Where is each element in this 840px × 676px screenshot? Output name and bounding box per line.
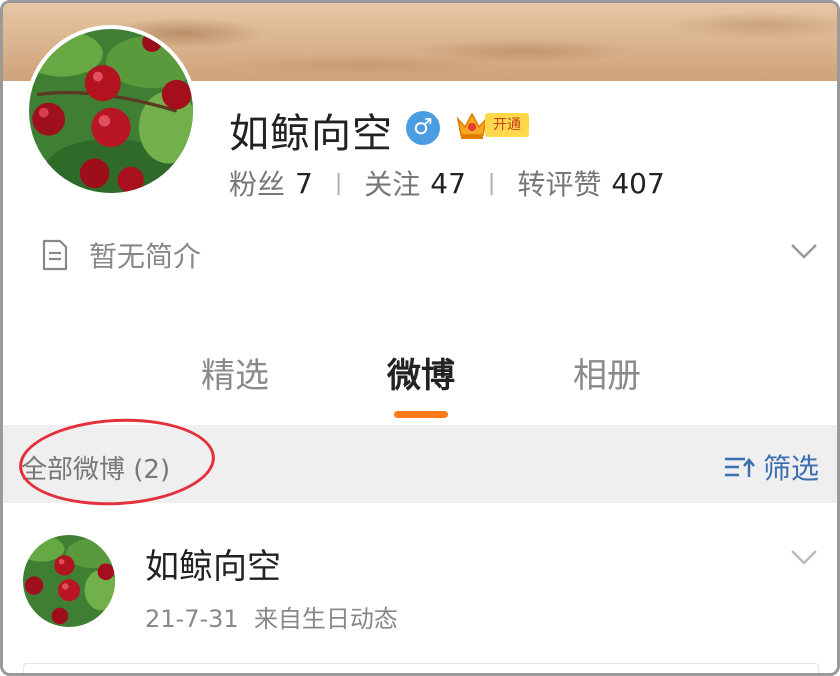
post-author-name[interactable]: 如鲸向空 xyxy=(145,539,281,588)
filter-button[interactable]: 筛选 xyxy=(723,447,819,487)
bio-text: 暂无简介 xyxy=(89,240,202,273)
stat-fans-label[interactable]: 粉丝 xyxy=(229,163,285,203)
stat-following-value[interactable]: 47 xyxy=(430,167,466,200)
post-meta: 21-7-31 来自生日动态 xyxy=(145,599,398,634)
post-content-card[interactable] xyxy=(23,663,819,673)
profile-avatar[interactable] xyxy=(25,25,197,197)
profile-bio[interactable]: 暂无简介 xyxy=(41,235,201,275)
apple-tree-image xyxy=(23,535,115,627)
profile-stats: 粉丝 7 | 关注 47 | 转评赞 407 xyxy=(229,163,665,203)
filter-label: 筛选 xyxy=(762,452,819,485)
tab-weibo[interactable]: 微博 xyxy=(387,348,455,397)
tab-featured[interactable]: 精选 xyxy=(201,348,269,397)
divider: | xyxy=(487,170,496,196)
vip-open-label: 开通 xyxy=(485,113,529,137)
male-icon: ♂ xyxy=(406,111,440,145)
stat-likes-value[interactable]: 407 xyxy=(611,167,664,200)
apple-tree-image xyxy=(29,29,193,193)
chevron-down-icon[interactable] xyxy=(789,241,819,261)
filter-sort-icon xyxy=(724,457,755,477)
chevron-down-icon[interactable] xyxy=(789,547,819,567)
stat-likes-label[interactable]: 转评赞 xyxy=(517,163,601,203)
post-item[interactable]: 如鲸向空 21-7-31 来自生日动态 xyxy=(3,503,837,673)
tab-album[interactable]: 相册 xyxy=(573,348,641,397)
active-tab-indicator xyxy=(394,411,448,418)
stat-following-label[interactable]: 关注 xyxy=(364,163,420,203)
profile-screen: 如鲸向空 ♂ 开通 粉丝 7 | 关注 47 | 转评赞 407 暂无简介 精选… xyxy=(0,0,840,676)
vip-crown-icon xyxy=(456,112,488,139)
document-icon xyxy=(42,239,68,271)
stat-fans-value[interactable]: 7 xyxy=(295,167,313,200)
vip-badge[interactable]: 开通 xyxy=(455,109,529,141)
profile-name: 如鲸向空 xyxy=(229,111,393,157)
divider: | xyxy=(334,170,343,196)
post-date: 21-7-31 xyxy=(145,605,239,633)
post-source: 来自生日动态 xyxy=(253,605,398,633)
post-author-avatar[interactable] xyxy=(23,535,115,627)
